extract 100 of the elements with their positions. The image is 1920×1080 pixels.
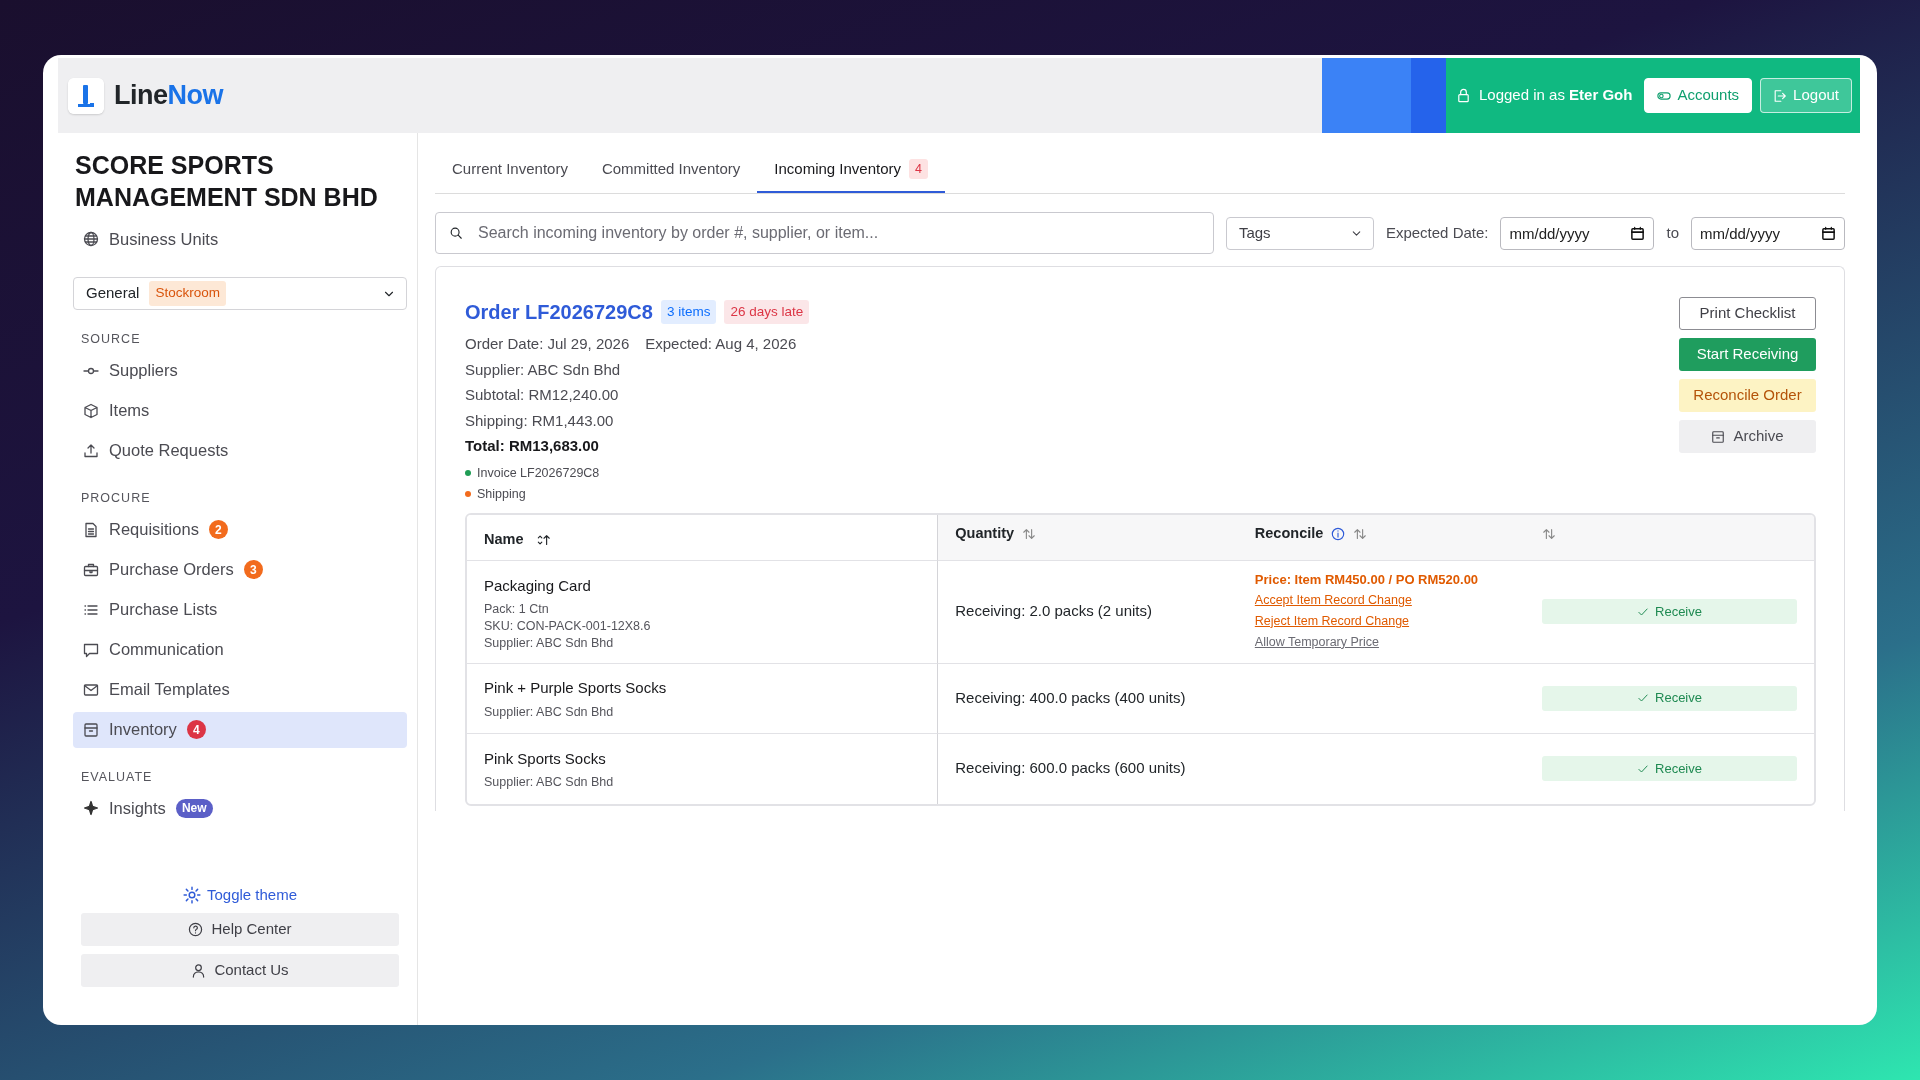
action-button[interactable]: Archive [1679, 420, 1816, 453]
date-field[interactable]: mm/dd/yyyy [1500, 216, 1655, 250]
briefcase-icon [83, 561, 99, 578]
sparkle-icon [83, 800, 99, 817]
item-label: Communication [109, 639, 224, 661]
box-icon [1711, 429, 1726, 444]
sidebar-item[interactable]: Email Templates [73, 671, 407, 708]
order-date: Order Date: Jul 29, 2026 [465, 334, 630, 354]
sidebar-item[interactable]: Inventory 4 [73, 711, 407, 748]
reconcile-link[interactable]: Accept Item Record Change [1254, 589, 1412, 611]
item-name: Pink Sports Socks [484, 748, 607, 769]
count-badge: 4 [909, 158, 928, 180]
help-icon [188, 922, 204, 937]
order-detail: Supplier: ABC Sdn Bhd [465, 359, 622, 380]
reconcile-link[interactable]: Allow Temporary Price [1254, 631, 1379, 653]
receive-button[interactable]: Receive [1542, 599, 1797, 624]
sidebar-item[interactable]: Items [73, 392, 407, 429]
sidebar-item[interactable]: Requisitions 2 [73, 511, 407, 548]
chat-icon [83, 641, 99, 658]
item-label: Inventory [109, 719, 177, 741]
tab[interactable]: Incoming Inventory 4 [757, 147, 945, 193]
item-label: Suppliers [109, 360, 178, 382]
calendar-icon [1821, 225, 1836, 241]
order-detail: Shipping: RM1,443.00 [465, 410, 615, 431]
upload-icon [83, 442, 99, 459]
cube-icon [83, 402, 99, 419]
section-heading: SOURCE [81, 331, 142, 348]
count-badge: 4 [186, 720, 206, 739]
sidebar-item[interactable]: Insights New [73, 790, 407, 827]
calendar-icon [1630, 225, 1646, 241]
order-date: Expected: Aug 4, 2026 [645, 334, 797, 354]
section-heading: EVALUATE [81, 768, 154, 786]
sidebar-item[interactable]: Quote Requests [73, 432, 407, 469]
status-badge: 26 days late [724, 299, 810, 325]
column-header: Quantity [955, 524, 1015, 544]
item-name: Packaging Card [484, 575, 592, 596]
logout-icon [1773, 88, 1788, 103]
order-total: Total: RM13,683.00 [465, 436, 600, 456]
column-header: Name [484, 530, 524, 550]
order-title[interactable]: Order LF2026729C8 [465, 297, 653, 327]
person-icon [191, 963, 207, 978]
login-status: Logged in as Eter Goh [1479, 85, 1633, 106]
sidebar-item[interactable]: Communication [73, 631, 407, 668]
quantity-text: Receiving: 2.0 packs (2 units) [955, 602, 1153, 620]
item-detail: Supplier: ABC Sdn Bhd [484, 774, 615, 792]
count-badge: 3 [243, 560, 263, 579]
section-heading: PROCURE [81, 489, 152, 507]
tab[interactable]: Committed Inventory [584, 147, 758, 193]
date-field[interactable]: mm/dd/yyyy [1691, 216, 1845, 250]
unit-tag: Stockroom [149, 281, 226, 306]
item-label: Requisitions [109, 519, 199, 541]
column-header: Reconcile [1254, 524, 1324, 544]
sidebar-item[interactable]: Suppliers [73, 352, 407, 389]
quantity-text: Receiving: 600.0 packs (600 units) [955, 759, 1186, 777]
search-field[interactable]: Search incoming inventory by order #, supplier, or item... [435, 212, 1214, 254]
action-button[interactable]: Print Checklist [1679, 297, 1816, 330]
action-button[interactable]: Reconcile Order [1679, 379, 1816, 412]
status-text: Shipping [477, 485, 526, 503]
toggle-theme-link[interactable]: Toggle theme [176, 882, 304, 907]
brand-name: LineNow [114, 79, 223, 113]
item-label: Purchase Orders [109, 559, 234, 581]
quantity-text: Receiving: 400.0 packs (400 units) [955, 688, 1186, 706]
count-badge: 2 [208, 520, 228, 539]
count-badge: New [175, 798, 213, 818]
date-label: Expected Date: [1385, 222, 1489, 243]
item-label: Purchase Lists [109, 599, 218, 621]
item-label: Items [109, 400, 150, 422]
to-label: to [1666, 222, 1679, 243]
box-icon [83, 721, 99, 738]
price-warning: Price: Item RM450.00 / PO RM520.00 [1254, 571, 1480, 590]
unit-name: General [86, 283, 140, 304]
sidebar-item[interactable]: Purchase Orders 3 [73, 551, 407, 588]
help-center-button[interactable]: Help Center [81, 913, 399, 946]
receive-button[interactable]: Receive [1542, 685, 1797, 711]
contact-us-button[interactable]: Contact Us [81, 954, 399, 987]
select-label: Tags [1238, 222, 1271, 243]
business-unit-select[interactable]: General Stockroom [73, 277, 407, 310]
mail-icon [83, 681, 99, 698]
sidebar-item[interactable]: Purchase Lists [73, 591, 407, 628]
order-detail: Subtotal: RM12,240.00 [465, 385, 620, 405]
item-detail: Supplier: ABC Sdn Bhd [484, 635, 615, 653]
reconcile-link[interactable]: Reject Item Record Change [1254, 610, 1410, 632]
receive-button[interactable]: Receive [1542, 756, 1797, 781]
company-name: SCORE SPORTS MANAGEMENT SDN BHD [75, 150, 379, 213]
document-icon [83, 521, 99, 538]
item-label: Quote Requests [109, 440, 229, 462]
search-icon [449, 226, 463, 240]
tab[interactable]: Current Inventory [435, 147, 585, 193]
item-detail: Pack: 1 Ctn [484, 601, 550, 619]
status-text: Invoice LF2026729C8 [477, 464, 600, 482]
sidebar-item[interactable]: Business Units [73, 221, 407, 257]
status-badge: 3 items [660, 299, 717, 325]
item-detail: Supplier: ABC Sdn Bhd [484, 703, 615, 721]
globe-icon [83, 231, 99, 247]
check-icon [1637, 605, 1649, 618]
tags-select[interactable]: Tags [1225, 216, 1374, 250]
item-label: Email Templates [109, 679, 230, 701]
item-name: Pink + Purple Sports Socks [484, 678, 668, 699]
lock-icon [1456, 88, 1471, 103]
item-detail: SKU: CON-PACK-001-12X8.6 [484, 618, 652, 636]
